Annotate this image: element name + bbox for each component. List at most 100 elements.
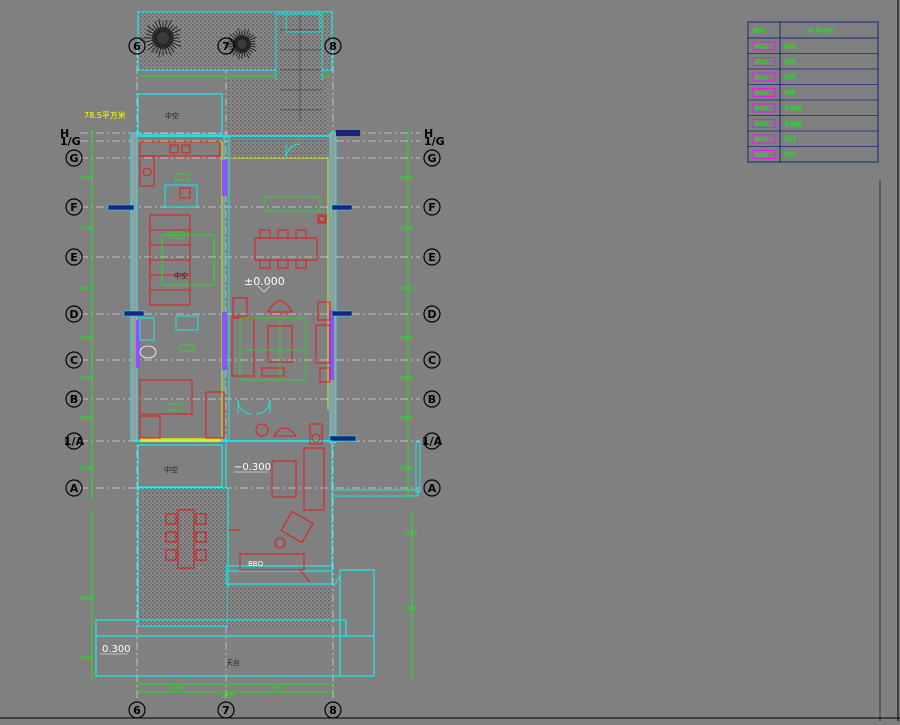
living-dining-furniture [231, 214, 331, 383]
bbq-label: BBQ [248, 560, 264, 568]
svg-text:1500: 1500 [80, 336, 93, 342]
axis-label-text: 8 [329, 704, 337, 717]
legend-code: PR08 [755, 153, 768, 159]
floor-level-lower: −0.300 [234, 462, 271, 473]
axis-label-text: B [70, 393, 78, 406]
legend-row: PR06 木地板 [748, 119, 878, 132]
axis-bubble-B-left: B [65, 390, 83, 408]
axis-bubble-D-right: D [423, 305, 441, 323]
legend-row: PR04 地砖 [748, 88, 878, 101]
building-walls [107, 130, 360, 444]
upper-void: 中空 [137, 93, 223, 135]
axis-label-text: 6 [133, 40, 141, 53]
axis-bubble-1-A-right: 1/A [422, 432, 443, 450]
svg-text:1800: 1800 [80, 416, 93, 422]
legend-code: PR04 [755, 91, 768, 97]
svg-text:4200: 4200 [80, 286, 93, 292]
legend-code: PR05 [755, 107, 768, 113]
area-annotation: 78.5平方米 [84, 110, 126, 120]
legend-header-right: 材 料说明 [808, 27, 834, 35]
legend-code: PR06 [755, 122, 768, 128]
axis-label-text: D [427, 308, 436, 321]
axis-label-text: C [428, 354, 436, 367]
axis-bubble-col-6-bottom: 6 [128, 701, 146, 719]
legend-desc: 地砖 [784, 74, 796, 82]
legend-desc: 木地板 [784, 105, 802, 113]
legend-row: PR03 地砖 [748, 72, 878, 85]
floor-level-bottom: 0.300 [102, 644, 131, 655]
axis-label-text: C [70, 354, 78, 367]
axis-bubble-G-left: G [65, 149, 83, 167]
svg-text:1800: 1800 [400, 286, 413, 292]
material-legend: 图例 材 料说明 PR01 地砖 PR02 地砖 PR03 地砖 PR04 地砖 PR05 木地板… [747, 21, 879, 163]
legend-code: PR07 [755, 138, 768, 144]
axis-bubble-C-right: C [423, 351, 441, 369]
axis-label-text: B [428, 393, 436, 406]
svg-text:1350: 1350 [80, 176, 93, 182]
legend-code: PR02 [755, 60, 768, 66]
axis-bubble-1-G-left: 1/G [60, 135, 81, 148]
axis-label-text: 7 [222, 40, 230, 53]
axis-bubble-F-right: F [423, 198, 441, 216]
svg-text:5700: 5700 [222, 693, 235, 699]
axis-bubble-col-7-bottom: 7 [217, 701, 235, 719]
svg-text:3000: 3000 [170, 686, 183, 692]
axis-label-text: 1/G [424, 135, 445, 148]
axis-label-text: 1/A [422, 435, 443, 448]
axis-label-text: E [428, 251, 436, 264]
axis-label-text: D [69, 308, 78, 321]
axis-label-text: 6 [133, 704, 141, 717]
axis-bubble-G-right: G [423, 149, 441, 167]
living-area-details [239, 196, 321, 381]
axis-label-text: E [70, 251, 78, 264]
svg-text:1600: 1600 [404, 606, 417, 612]
axis-label-text: A [70, 482, 79, 495]
legend-row: PR02 地砖 [748, 57, 878, 70]
svg-text:1800: 1800 [400, 416, 413, 422]
left-rooms-furniture [139, 141, 225, 439]
svg-text:4400: 4400 [80, 596, 93, 602]
legend-desc: 地砖 [784, 89, 796, 97]
svg-text:2700: 2700 [270, 686, 283, 692]
axis-label-text: F [70, 201, 78, 214]
legend-desc: 木地板 [784, 120, 802, 128]
svg-text:1550: 1550 [400, 376, 413, 382]
axis-bubble-E-left: E [65, 248, 83, 266]
floor-plan-drawing: 1350 1700 4200 1500 1550 1800 1500 4400 1200 1… [0, 0, 900, 721]
axis-bubble-B-right: B [423, 390, 441, 408]
void-label-bottom: 中空 [164, 465, 178, 474]
axis-label-text: 1/A [64, 435, 85, 448]
svg-text:1500: 1500 [400, 466, 413, 472]
void-label-top: 中空 [165, 111, 179, 120]
axis-bubble-E-right: E [423, 248, 441, 266]
axis-label-text: G [427, 152, 436, 165]
svg-text:1700: 1700 [400, 226, 413, 232]
axis-label-text: 7 [222, 704, 230, 717]
svg-text:1200: 1200 [80, 656, 93, 662]
axis-bubble-A-left: A [65, 479, 83, 497]
legend-desc: 地砖 [784, 58, 796, 66]
axis-bubble-F-left: F [65, 198, 83, 216]
legend-desc: 石材 [784, 136, 796, 144]
floor-level-main: ±0.000 [244, 275, 285, 288]
legend-row: PR07 石材 [748, 134, 878, 147]
legend-desc: 石材 [784, 151, 796, 159]
axis-label-text: F [428, 201, 436, 214]
svg-text:1550: 1550 [80, 376, 93, 382]
legend-desc: 地砖 [784, 43, 796, 51]
lower-patio: 中空 [95, 440, 421, 677]
legend-header-left: 图例 [753, 27, 765, 35]
legend-row: PR08 石材 [748, 150, 878, 163]
axis-bubble-1-A-left: 1/A [64, 432, 85, 450]
svg-text:1500: 1500 [80, 466, 93, 472]
svg-text:4700: 4700 [404, 531, 417, 537]
svg-text:1700: 1700 [80, 226, 93, 232]
void-label-mid: 中空 [174, 271, 188, 280]
terrace-label: 天台 [226, 658, 240, 667]
axis-label-text: A [428, 482, 437, 495]
axis-label-text: 1/G [60, 135, 81, 148]
svg-text:1350: 1350 [400, 176, 413, 182]
legend-row: PR01 地砖 [748, 41, 878, 54]
axis-bubble-D-left: D [65, 305, 83, 323]
axis-label-text: 8 [329, 40, 337, 53]
